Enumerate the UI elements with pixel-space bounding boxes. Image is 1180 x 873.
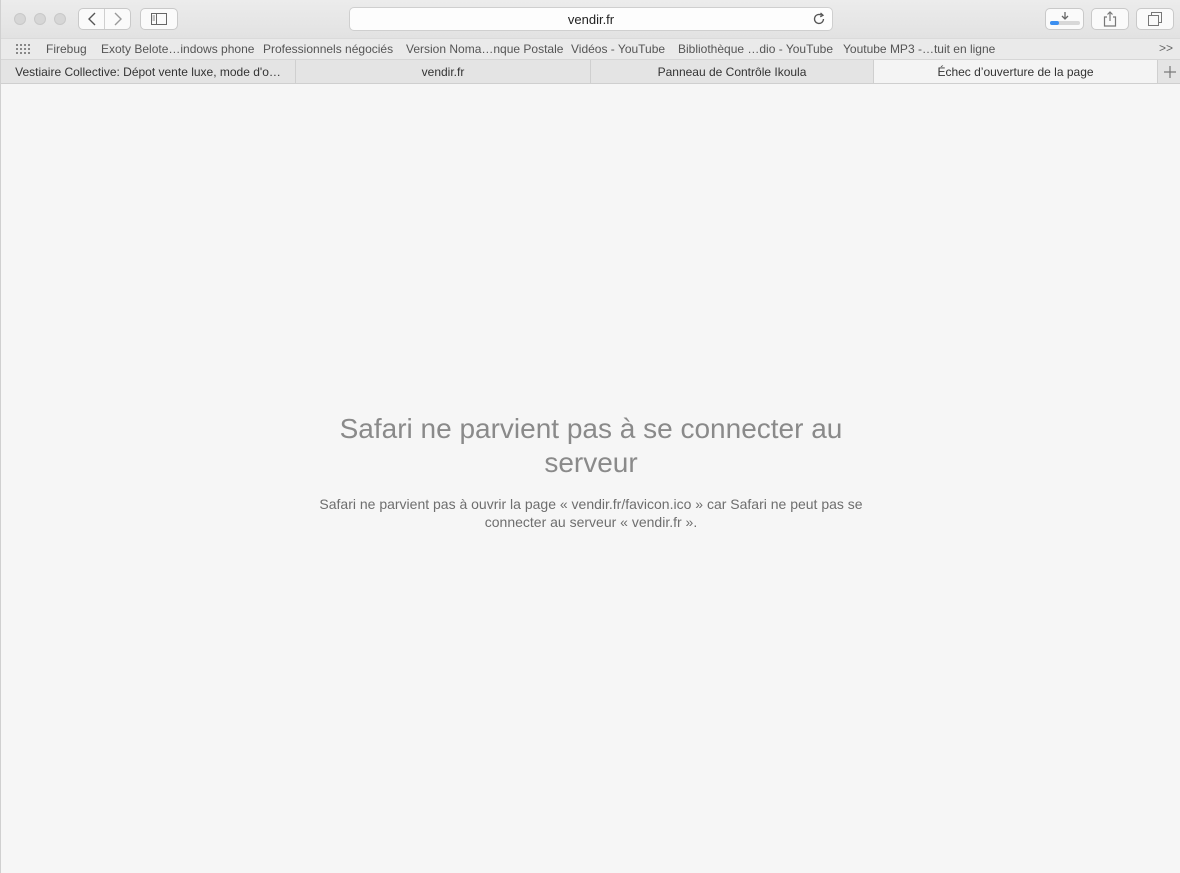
minimize-window-button[interactable] — [34, 13, 46, 25]
bookmark-item[interactable]: Professionnels négociés — [263, 42, 393, 56]
tabs-overview-icon — [1148, 12, 1162, 26]
zoom-window-button[interactable] — [54, 13, 66, 25]
share-icon — [1103, 11, 1117, 27]
bookmark-item[interactable]: Exoty Belote…indows phone — [101, 42, 254, 56]
tab-label: vendir.fr — [421, 64, 465, 79]
top-sites-grid-icon[interactable] — [16, 44, 32, 55]
downloads-button[interactable] — [1045, 8, 1084, 30]
tab-echec-ouverture[interactable]: Échec d’ouverture de la page — [874, 60, 1157, 83]
tab-panneau-ikoula[interactable]: Panneau de Contrôle Ikoula — [591, 60, 874, 83]
sidebar-button[interactable] — [140, 8, 178, 30]
bookmark-item[interactable]: Bibliothèque …dio - YouTube — [678, 42, 833, 56]
error-title: Safari ne parvient pas à se connecter au… — [339, 413, 843, 478]
nav-buttons — [78, 8, 131, 30]
bookmarks-overflow-button[interactable]: >> — [1159, 41, 1173, 55]
tab-vendir[interactable]: vendir.fr — [296, 60, 591, 83]
tab-label: Panneau de Contrôle Ikoula — [657, 64, 807, 79]
bookmark-item[interactable]: Vidéos - YouTube — [571, 42, 665, 56]
tab-label: Échec d’ouverture de la page — [937, 64, 1094, 79]
tab-vestiaire-collective[interactable]: Vestiaire Collective: Dépot vente luxe, … — [1, 60, 296, 83]
back-button[interactable] — [79, 9, 104, 29]
download-icon — [1049, 12, 1080, 25]
share-button[interactable] — [1091, 8, 1129, 30]
toolbar: vendir.fr — [1, 0, 1180, 38]
page-content: Safari ne parvient pas à se connecter au… — [1, 84, 1180, 873]
reload-icon[interactable] — [812, 12, 826, 26]
bookmark-item[interactable]: Youtube MP3 -…tuit en ligne — [843, 42, 995, 56]
tab-label: Vestiaire Collective: Dépot vente luxe, … — [15, 64, 281, 79]
bookmark-item[interactable]: Version Noma…nque Postale — [406, 42, 563, 56]
error-message: Safari ne parvient pas à ouvrir la page … — [319, 496, 863, 530]
chevron-left-icon — [87, 12, 95, 26]
forward-button[interactable] — [104, 9, 130, 29]
new-tab-button[interactable] — [1157, 60, 1180, 83]
browser-window: vendir.fr Firebug Exoty Belote…indows ph… — [0, 0, 1180, 873]
tab-bar: Vestiaire Collective: Dépot vente luxe, … — [1, 60, 1180, 84]
close-window-button[interactable] — [14, 13, 26, 25]
chevron-right-icon — [114, 12, 122, 26]
plus-icon — [1163, 65, 1176, 78]
address-text: vendir.fr — [567, 11, 615, 27]
bookmarks-bar: Firebug Exoty Belote…indows phone Profes… — [1, 38, 1180, 60]
show-all-tabs-button[interactable] — [1136, 8, 1174, 30]
bookmark-item[interactable]: Firebug — [46, 42, 87, 56]
sidebar-icon — [151, 13, 167, 25]
address-bar[interactable]: vendir.fr — [349, 7, 833, 31]
